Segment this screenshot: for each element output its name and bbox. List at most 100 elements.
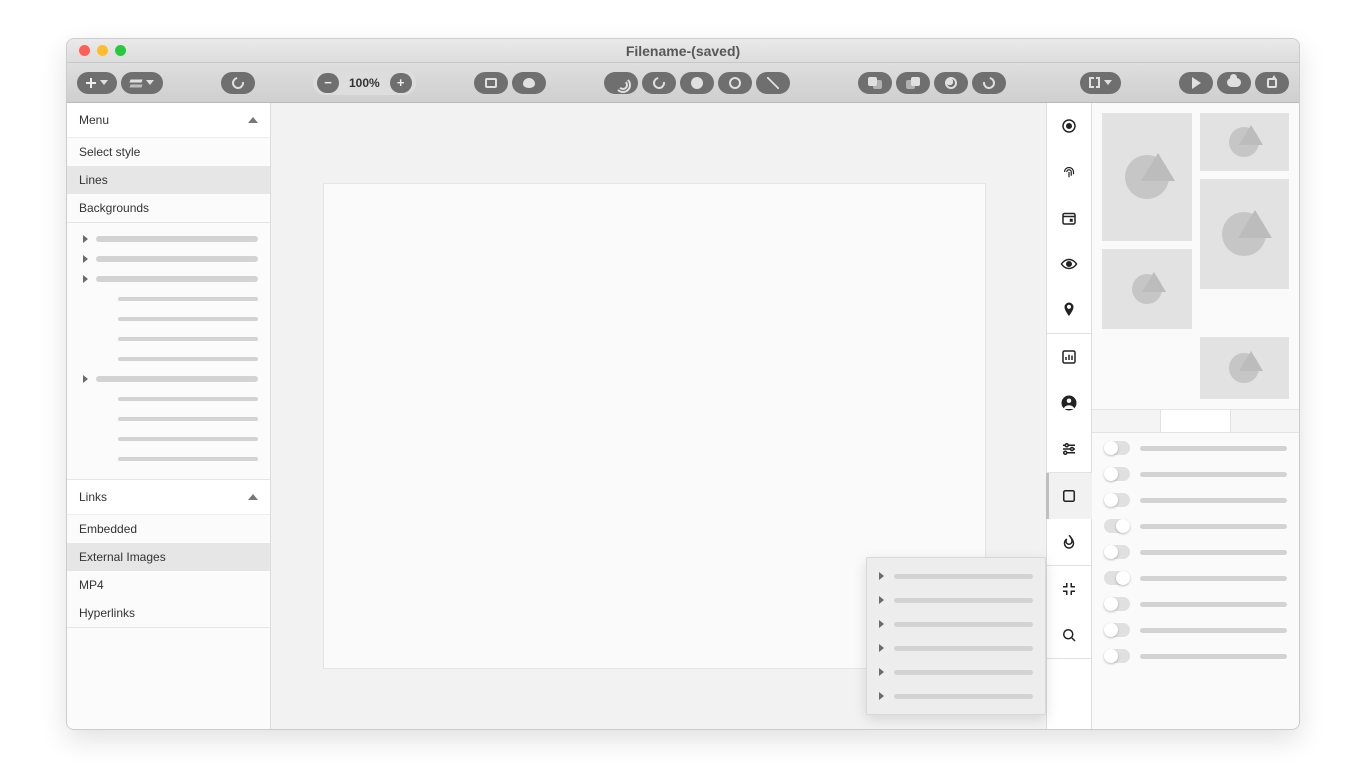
exclude-button[interactable] (972, 72, 1006, 94)
tree-item[interactable] (67, 429, 270, 449)
rail-account-button[interactable] (1046, 380, 1092, 426)
rail-pin-button[interactable] (1046, 287, 1092, 333)
export-button[interactable] (1255, 72, 1289, 94)
tree-item[interactable] (67, 289, 270, 309)
zoom-in-button[interactable]: + (390, 73, 412, 93)
rail-checkbox-button[interactable] (1046, 473, 1092, 519)
close-window-button[interactable] (79, 45, 90, 56)
intersect-icon (945, 77, 957, 89)
inspector-tab-1[interactable] (1092, 410, 1161, 432)
refresh-icon (650, 74, 667, 91)
links-list: Embedded External Images MP4 Hyperlinks (67, 515, 270, 627)
thumbnail[interactable] (1102, 249, 1192, 329)
toggle-switch[interactable] (1104, 571, 1130, 585)
tune-icon (1060, 440, 1078, 458)
exclude-icon (980, 74, 997, 91)
checkbox-icon (1060, 487, 1078, 505)
tree-item[interactable] (67, 229, 270, 249)
rail-search-button[interactable] (1046, 612, 1092, 658)
eye-icon (1060, 255, 1078, 273)
minimize-window-button[interactable] (97, 45, 108, 56)
toggle-row (1104, 571, 1287, 585)
toggle-switch[interactable] (1104, 649, 1130, 663)
links-item-external-images[interactable]: External Images (67, 543, 270, 571)
links-panel-header[interactable]: Links (67, 480, 270, 515)
arcs-icon (615, 77, 627, 89)
rail-fire-button[interactable] (1046, 519, 1092, 565)
tree-item[interactable] (67, 309, 270, 329)
toggle-switch[interactable] (1104, 441, 1130, 455)
zoom-window-button[interactable] (115, 45, 126, 56)
tree-item[interactable] (67, 349, 270, 369)
circle-fill-button[interactable] (680, 72, 714, 94)
toggle-switch[interactable] (1104, 597, 1130, 611)
intersect-button[interactable] (934, 72, 968, 94)
inspector-tab-2[interactable] (1161, 410, 1230, 432)
rail-collapse-button[interactable] (1046, 566, 1092, 612)
tree-item[interactable] (67, 389, 270, 409)
menu-item-select-style[interactable]: Select style (67, 138, 270, 166)
popover-item[interactable] (867, 588, 1045, 612)
wand-icon (767, 77, 779, 89)
disclosure-triangle-icon (879, 692, 884, 700)
union-button[interactable] (858, 72, 892, 94)
tree-item[interactable] (67, 329, 270, 349)
rail-eye-button[interactable] (1046, 241, 1092, 287)
toggle-switch[interactable] (1104, 623, 1130, 637)
chevron-down-icon (146, 80, 154, 85)
rail-tune-button[interactable] (1046, 426, 1092, 472)
toggle-switch[interactable] (1104, 519, 1130, 533)
cloud-button[interactable] (1217, 72, 1251, 94)
ring-button[interactable] (718, 72, 752, 94)
subtract-button[interactable] (896, 72, 930, 94)
popover-item[interactable] (867, 564, 1045, 588)
links-item-embedded[interactable]: Embedded (67, 515, 270, 543)
wand-button[interactable] (756, 72, 790, 94)
toggle-switch[interactable] (1104, 545, 1130, 559)
toggle-row (1104, 441, 1287, 455)
popover-item[interactable] (867, 660, 1045, 684)
thumbnail[interactable] (1102, 113, 1192, 241)
popover-item[interactable] (867, 612, 1045, 636)
shape-button[interactable] (512, 72, 546, 94)
links-item-hyperlinks[interactable]: Hyperlinks (67, 599, 270, 627)
disclosure-triangle-icon (879, 596, 884, 604)
tree-item[interactable] (67, 449, 270, 469)
menu-item-lines[interactable]: Lines (67, 166, 270, 194)
toggle-switch[interactable] (1104, 467, 1130, 481)
sync-button[interactable] (221, 72, 255, 94)
account-icon (1060, 394, 1078, 412)
play-button[interactable] (1179, 72, 1213, 94)
blob-icon (523, 78, 535, 88)
inspector-tab-3[interactable] (1231, 410, 1299, 432)
tree-item[interactable] (67, 409, 270, 429)
refresh-button[interactable] (642, 72, 676, 94)
menu-panel-header[interactable]: Menu (67, 103, 270, 138)
rail-fingerprint-button[interactable] (1046, 149, 1092, 195)
thumbnail[interactable] (1200, 337, 1290, 399)
swap-button[interactable] (604, 72, 638, 94)
toggle-row (1104, 649, 1287, 663)
layout-button[interactable] (1080, 72, 1121, 94)
rail-calendar-button[interactable] (1046, 195, 1092, 241)
thumbnail[interactable] (1200, 113, 1290, 171)
popover-item[interactable] (867, 684, 1045, 708)
popover-item[interactable] (867, 636, 1045, 660)
menu-style-list: Select style Lines Backgrounds (67, 138, 270, 222)
menu-item-backgrounds[interactable]: Backgrounds (67, 194, 270, 222)
tree-item[interactable] (67, 369, 270, 389)
zoom-out-button[interactable]: − (317, 73, 339, 93)
links-item-mp4[interactable]: MP4 (67, 571, 270, 599)
layers-button[interactable] (121, 72, 163, 94)
thumbnail[interactable] (1200, 179, 1290, 289)
toggle-switch[interactable] (1104, 493, 1130, 507)
tree-item[interactable] (67, 249, 270, 269)
rail-target-button[interactable] (1046, 103, 1092, 149)
frame-button[interactable] (474, 72, 508, 94)
rail-chart-button[interactable] (1046, 334, 1092, 380)
target-icon (1060, 117, 1078, 135)
add-button[interactable] (77, 72, 117, 94)
plus-icon (86, 78, 96, 88)
chevron-down-icon (100, 80, 108, 85)
tree-item[interactable] (67, 269, 270, 289)
